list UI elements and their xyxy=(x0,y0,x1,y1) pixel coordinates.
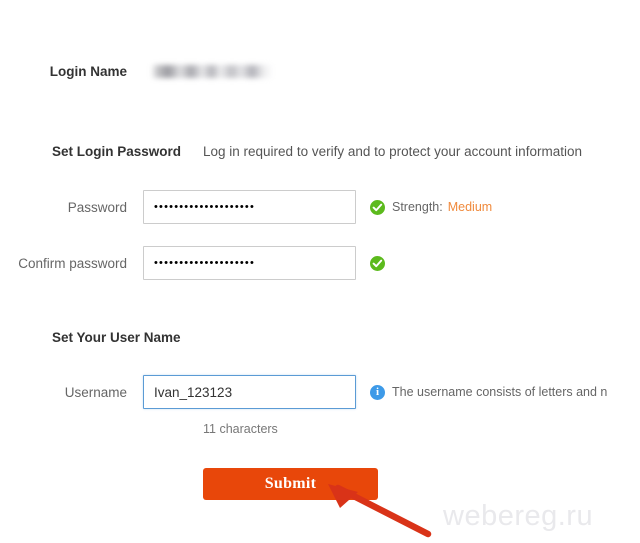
set-login-password-heading: Set Login Password xyxy=(52,144,182,159)
info-circle-icon: i xyxy=(370,384,385,400)
confirm-password-input[interactable] xyxy=(143,246,356,280)
username-hint: i The username consists of letters and n xyxy=(370,384,608,400)
watermark: webereg.ru xyxy=(443,500,594,532)
login-name-redacted-value xyxy=(151,65,273,78)
set-login-password-description: Log in required to verify and to protect… xyxy=(203,144,582,159)
confirm-password-status xyxy=(370,255,385,271)
username-char-count: 11 characters xyxy=(203,422,278,436)
password-strength-indicator: Strength: Medium xyxy=(370,199,493,215)
password-input[interactable] xyxy=(143,190,356,224)
username-hint-text: The username consists of letters and n xyxy=(392,385,608,399)
username-label: Username xyxy=(64,384,127,400)
confirm-password-label: Confirm password xyxy=(18,255,127,271)
strength-label: Strength: xyxy=(392,200,443,214)
password-label: Password xyxy=(67,199,127,215)
confirm-password-row: Confirm password xyxy=(0,246,385,280)
submit-button[interactable]: Submit xyxy=(203,468,378,500)
password-row: Password Strength: Medium xyxy=(0,190,492,224)
login-name-label: Login Name xyxy=(49,64,127,79)
registration-form-page: Login Name Set Login Password Log in req… xyxy=(0,0,640,543)
username-input[interactable] xyxy=(143,375,356,409)
set-user-name-heading: Set Your User Name xyxy=(52,330,181,345)
username-row: Username i The username consists of lett… xyxy=(0,375,607,409)
login-name-row: Login Name xyxy=(0,64,273,79)
check-circle-icon xyxy=(370,199,385,215)
check-circle-icon xyxy=(370,255,385,271)
strength-value: Medium xyxy=(447,200,493,214)
